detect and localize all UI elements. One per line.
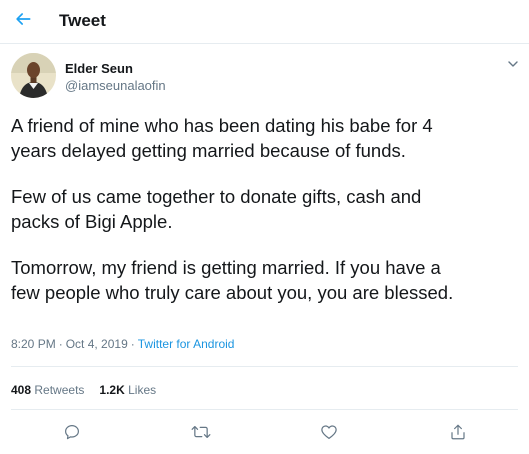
reply-button[interactable] xyxy=(59,421,85,447)
author-handle[interactable]: @iamseunalaofin xyxy=(65,78,166,93)
meta-separator: · xyxy=(58,337,63,351)
author-name[interactable]: Elder Seun xyxy=(65,61,133,76)
retweet-button[interactable] xyxy=(188,421,214,447)
tweet-stats: 408 Retweets 1.2K Likes xyxy=(11,383,171,397)
tweet-time[interactable]: 8:20 PM xyxy=(11,337,56,351)
tweet-line: A friend of mine who has been dating his… xyxy=(11,115,433,136)
meta-separator: · xyxy=(130,337,135,351)
tweet-page: Tweet Elder Seun @iamseunalaofin A frien… xyxy=(0,0,529,454)
tweet-meta: 8:20 PM · Oct 4, 2019 · Twitter for Android xyxy=(11,337,234,351)
chevron-down-icon xyxy=(507,57,519,75)
reply-icon xyxy=(63,423,81,446)
like-button[interactable] xyxy=(316,421,342,447)
header-bar: Tweet xyxy=(0,0,529,44)
tweet-source-link[interactable]: Twitter for Android xyxy=(138,337,235,351)
more-options-button[interactable] xyxy=(503,56,523,76)
share-button[interactable] xyxy=(445,421,471,447)
tweet-line: few people who truly care about you, you… xyxy=(11,282,454,303)
tweet-line: Few of us came together to donate gifts,… xyxy=(11,186,422,207)
page-title: Tweet xyxy=(59,11,106,30)
tweet-text: A friend of mine who has been dating his… xyxy=(11,113,521,305)
back-arrow-icon xyxy=(13,9,33,34)
share-icon xyxy=(449,423,467,446)
retweets-count: 408 xyxy=(11,383,32,397)
retweets-label: Retweets xyxy=(34,383,85,397)
divider xyxy=(11,409,518,410)
avatar[interactable] xyxy=(11,53,56,98)
tweet-line: packs of Bigi Apple. xyxy=(11,211,173,232)
likes-label: Likes xyxy=(128,383,157,397)
heart-icon xyxy=(320,423,338,446)
retweet-icon xyxy=(191,423,211,446)
retweets-stat[interactable]: 408 Retweets xyxy=(11,383,84,397)
divider xyxy=(11,366,518,367)
tweet-date[interactable]: Oct 4, 2019 xyxy=(66,337,128,351)
back-button[interactable] xyxy=(7,5,39,37)
likes-stat[interactable]: 1.2K Likes xyxy=(99,383,156,397)
likes-count: 1.2K xyxy=(99,383,125,397)
tweet-line: years delayed getting married because of… xyxy=(11,140,406,161)
tweet-line: Tomorrow, my friend is getting married. … xyxy=(11,257,441,278)
